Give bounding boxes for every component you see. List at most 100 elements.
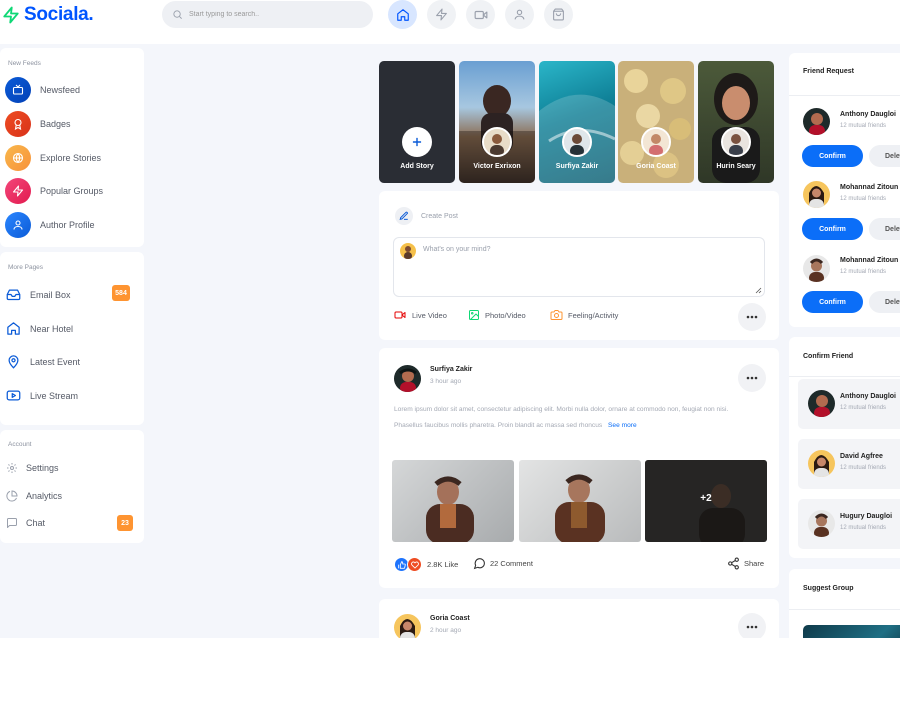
shopping-bag-icon [553, 8, 564, 21]
globe-icon [12, 152, 24, 164]
story-add[interactable]: Add Story [379, 61, 455, 183]
more-horizontal-icon [746, 315, 758, 319]
confirm-button[interactable]: Confirm [802, 145, 863, 167]
action-label: Photo/Video [485, 310, 526, 320]
camera-icon [550, 310, 563, 320]
story-hurin[interactable]: Hurin Seary [698, 61, 774, 183]
group-cover-image[interactable] [803, 625, 900, 638]
sidebar-item-analytics[interactable]: Analytics [6, 490, 62, 502]
sidebar-item-label: Chat [26, 518, 46, 528]
post-textarea[interactable]: What's on your mind? [393, 237, 765, 297]
action-label: Feeling/Activity [568, 310, 619, 320]
confirm-friend-title: Confirm Friend [803, 353, 854, 360]
feeling-activity-button[interactable]: Feeling/Activity [550, 309, 618, 321]
reactions[interactable]: 2.8K Like [394, 557, 458, 572]
suggest-group-card: Suggest Group [789, 569, 900, 638]
post-body: Lorem ipsum dolor sit amet, consectetur … [394, 406, 729, 429]
avatar[interactable] [803, 255, 830, 282]
sidebar-item-popular-groups[interactable]: Popular Groups [5, 178, 103, 204]
post-card: Goria Coast 2 hour ago [379, 599, 779, 638]
account-title: Account [8, 441, 32, 448]
comments-button[interactable]: 22 Comment [473, 557, 533, 570]
sidebar-item-chat[interactable]: Chat [6, 517, 45, 529]
delete-button[interactable]: Delete [869, 291, 900, 313]
post-photo[interactable] [519, 460, 641, 542]
post-card: Surfiya Zakir 3 hour ago Lorem ipsum dol… [379, 348, 779, 588]
post-author-avatar[interactable] [394, 614, 421, 638]
share-icon [728, 557, 739, 570]
post-more-button[interactable] [738, 364, 766, 392]
see-more-link[interactable]: See more [608, 422, 637, 429]
sidebar-item-author-profile[interactable]: Author Profile [5, 212, 95, 238]
confirm-button[interactable]: Confirm [802, 291, 863, 313]
sidebar-item-near-hotel[interactable]: Near Hotel [6, 321, 73, 336]
resize-handle-icon [755, 287, 762, 294]
top-header: Sociala. [0, 0, 900, 44]
logo[interactable]: Sociala. [2, 3, 94, 27]
post-placeholder: What's on your mind? [423, 246, 491, 253]
post-time: 3 hour ago [430, 378, 462, 385]
friend-name[interactable]: Anthony Daugloi [840, 111, 896, 118]
sidebar-item-badges[interactable]: Badges [5, 111, 71, 137]
friend-name[interactable]: Mohannad Zitoun [840, 257, 898, 264]
search-input[interactable] [189, 11, 359, 18]
sidebar-item-label: Settings [26, 463, 59, 473]
confirm-friend-row[interactable]: Anthony Daugloi 12 mutual friends [798, 379, 900, 429]
sidebar-item-label: Latest Event [30, 356, 81, 367]
mutual-friends: 12 mutual friends [840, 525, 887, 531]
delete-button[interactable]: Delete [869, 145, 900, 167]
nav-video-button[interactable] [466, 0, 495, 29]
feeds-title: New Feeds [8, 60, 41, 67]
share-button[interactable]: Share [727, 557, 764, 570]
home-icon [7, 322, 20, 335]
nav-user-button[interactable] [505, 0, 534, 29]
post-author-name[interactable]: Surfiya Zakir [430, 366, 472, 373]
friend-name[interactable]: Mohannad Zitoun [840, 184, 898, 191]
story-avatar [641, 127, 671, 157]
post-photo[interactable] [392, 460, 514, 542]
nav-shop-button[interactable] [544, 0, 573, 29]
confirm-friend-row[interactable]: Hugury Daugloi 12 mutual friends [798, 499, 900, 549]
create-post-title: Create Post [421, 212, 458, 220]
mutual-friends: 12 mutual friends [840, 405, 887, 411]
friend-request-card: Friend Request Anthony Daugloi 12 mutual… [789, 53, 900, 327]
add-story-button[interactable] [402, 127, 432, 157]
avatar[interactable] [803, 108, 830, 135]
sidebar-item-label: Explore Stories [40, 153, 102, 163]
sidebar-item-explore-stories[interactable]: Explore Stories [5, 145, 101, 171]
sidebar-item-latest-event[interactable]: Latest Event [6, 354, 80, 369]
create-post-header[interactable]: Create Post [395, 207, 458, 225]
heart-icon [410, 561, 419, 569]
share-label: Share [744, 559, 765, 568]
inbox-icon [6, 289, 21, 301]
mutual-friends: 12 mutual friends [840, 123, 887, 129]
nav-zap-button[interactable] [427, 0, 456, 29]
delete-button[interactable]: Delete [869, 218, 900, 240]
feeds-card: New Feeds Newsfeed Badges Explore Storie… [0, 48, 144, 247]
action-label: Live Video [412, 310, 447, 320]
post-author-avatar[interactable] [394, 365, 421, 392]
story-victor[interactable]: Victor Exrixon [459, 61, 535, 183]
sidebar-item-newsfeed[interactable]: Newsfeed [5, 77, 80, 103]
post-photo-more[interactable]: +2 [645, 460, 767, 542]
story-surfiya[interactable]: Surfiya Zakir [539, 61, 615, 183]
sidebar-item-live-stream[interactable]: Live Stream [6, 388, 78, 403]
story-name: Goria Coast [636, 163, 676, 170]
sidebar-item-email-box[interactable]: Email Box [6, 287, 71, 302]
mutual-friends: 12 mutual friends [840, 196, 887, 202]
composer-more-button[interactable] [738, 303, 766, 331]
confirm-button[interactable]: Confirm [802, 218, 863, 240]
sidebar-item-label: Analytics [26, 491, 63, 501]
nav-home-button[interactable] [388, 0, 417, 29]
post-author-name[interactable]: Goria Coast [430, 615, 470, 622]
zap-icon [12, 185, 24, 197]
story-goria[interactable]: Goria Coast [618, 61, 694, 183]
post-more-button[interactable] [738, 613, 766, 638]
avatar[interactable] [803, 181, 830, 208]
photo-video-button[interactable]: Photo/Video [468, 309, 526, 321]
search-bar[interactable] [162, 1, 373, 28]
live-video-button[interactable]: Live Video [393, 309, 447, 321]
sidebar-item-settings[interactable]: Settings [6, 462, 59, 474]
confirm-friend-row[interactable]: David Agfree 12 mutual friends [798, 439, 900, 489]
edit-icon-wrap [395, 207, 413, 225]
